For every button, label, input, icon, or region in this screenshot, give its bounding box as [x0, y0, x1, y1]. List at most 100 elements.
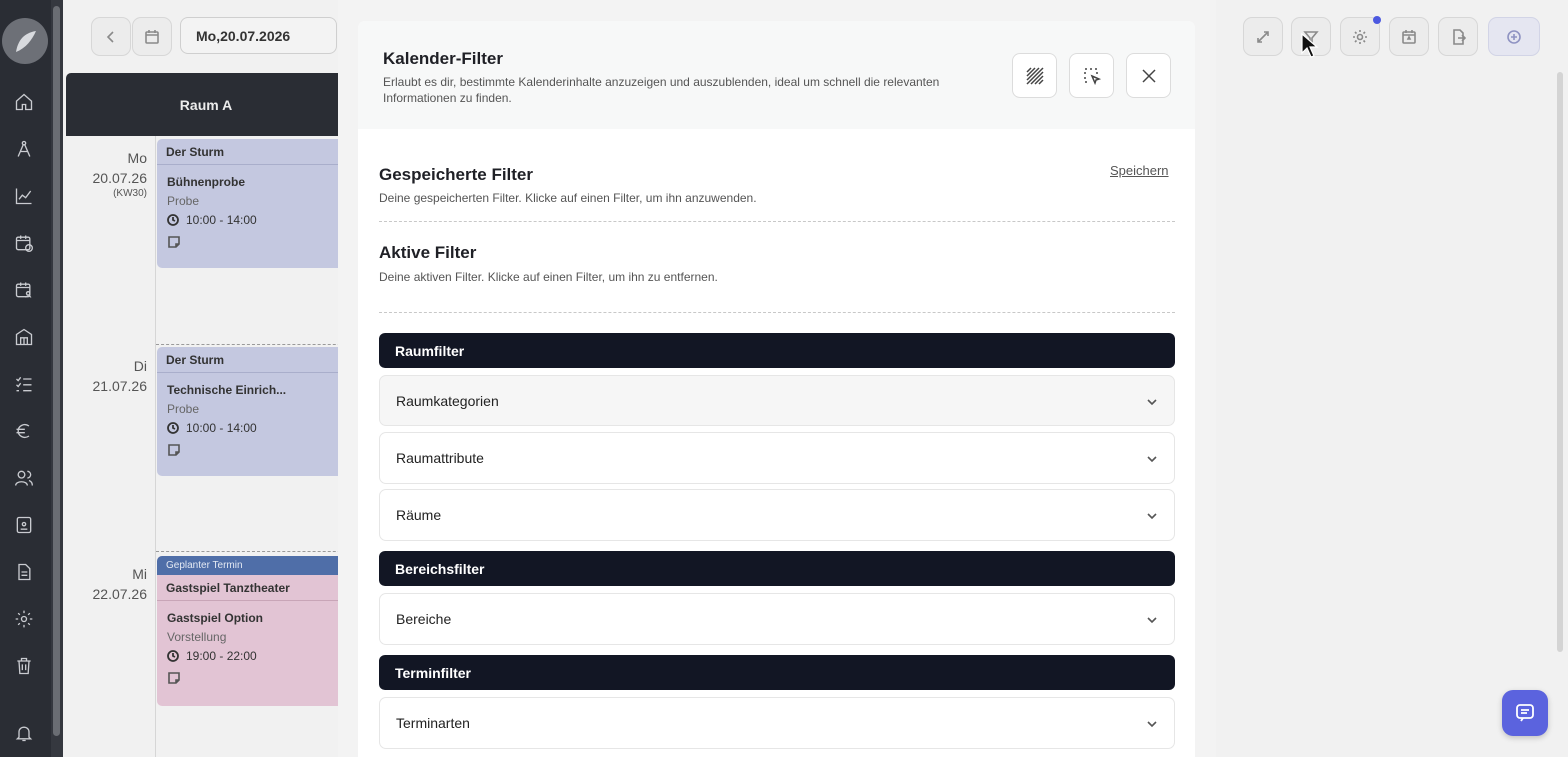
day-date: 20.07.26: [92, 170, 148, 186]
event-type: Vorstellung: [167, 630, 227, 644]
document-icon[interactable]: [13, 561, 35, 583]
accordion-label: Terminarten: [396, 715, 470, 731]
week-number: (KW30): [113, 188, 147, 199]
sidebar: [0, 0, 63, 757]
active-filters-title: Aktive Filter: [379, 243, 477, 262]
chevron-down-icon: [1146, 509, 1158, 521]
calendar-user-icon[interactable]: [13, 279, 35, 301]
room-header: Raum A: [66, 73, 356, 136]
day-separator: [156, 344, 356, 345]
calendar-scrollbar[interactable]: [1557, 72, 1563, 652]
clock-icon: [167, 650, 179, 662]
chat-button[interactable]: [1502, 690, 1548, 736]
expand-icon: [1257, 30, 1269, 43]
accordion-label: Raumkategorien: [396, 393, 499, 409]
event-group: Gastspiel Tanztheater: [157, 575, 347, 601]
accordion-label: Raumattribute: [396, 450, 484, 466]
event-time-text: 19:00 - 22:00: [186, 649, 257, 663]
app-logo[interactable]: [2, 18, 48, 64]
event-time-text: 10:00 - 14:00: [186, 213, 257, 227]
close-icon: [1141, 68, 1156, 83]
event-type: Probe: [167, 402, 200, 416]
weekday: Di: [133, 358, 147, 374]
day-label-mi: Mi 22.07.26: [80, 564, 148, 604]
plus-circle-icon: [1507, 29, 1521, 44]
building-icon[interactable]: [13, 326, 35, 348]
modal-description: Erlaubt es dir, bestimmte Kalenderinhalt…: [383, 75, 940, 105]
day-date: 22.07.26: [92, 586, 148, 602]
date-field[interactable]: Mo,20.07.2026: [180, 17, 337, 54]
hatch-pattern-icon: [1025, 66, 1044, 85]
users-icon[interactable]: [13, 467, 35, 489]
select-button[interactable]: [1069, 53, 1114, 98]
note-icon: [157, 663, 347, 689]
home-icon[interactable]: [13, 91, 35, 113]
selection-cursor-icon: [1083, 67, 1101, 85]
sidebar-scrollbar-thumb[interactable]: [53, 6, 60, 736]
clock-icon: [167, 422, 179, 434]
note-icon: [157, 435, 347, 461]
calendar-star-icon: [1402, 29, 1416, 44]
event-time: 10:00 - 14:00: [157, 208, 347, 227]
event-card[interactable]: Geplanter Termin Gastspiel Tanztheater G…: [157, 556, 347, 706]
accordion-bereiche[interactable]: Bereiche: [379, 593, 1175, 645]
mouse-cursor-icon: [1301, 33, 1319, 58]
settings-icon[interactable]: [13, 608, 35, 630]
trash-icon[interactable]: [13, 655, 35, 677]
note-icon: [157, 227, 347, 253]
accordion-raeume[interactable]: Räume: [379, 489, 1175, 541]
chevron-left-icon: [106, 30, 114, 43]
calendar-star-button[interactable]: [1389, 17, 1429, 56]
chart-icon[interactable]: [13, 185, 35, 207]
weekday: Mi: [132, 566, 147, 582]
accordion-raumattribute[interactable]: Raumattribute: [379, 432, 1175, 484]
clock-icon: [167, 214, 179, 226]
event-type: Probe: [167, 194, 200, 208]
divider: [379, 312, 1175, 313]
close-button[interactable]: [1126, 53, 1171, 98]
euro-icon[interactable]: [13, 420, 35, 442]
calendar-filter-modal: Kalender-Filter Erlaubt es dir, bestimmt…: [358, 21, 1195, 757]
event-title: Gastspiel Option: [167, 611, 264, 625]
date-picker-button[interactable]: [132, 17, 172, 56]
save-filter-link[interactable]: Speichern: [1110, 163, 1169, 178]
event-card[interactable]: Der Sturm Technische Einrich... Probe 10…: [157, 347, 347, 476]
saved-filters-description: Deine gespeicherten Filter. Klicke auf e…: [379, 191, 757, 205]
event-time-text: 10:00 - 14:00: [186, 421, 257, 435]
bell-icon[interactable]: [13, 722, 35, 744]
logo-icon: [16, 31, 36, 52]
day-date: 21.07.26: [92, 378, 148, 394]
previous-button[interactable]: [91, 17, 131, 56]
chevron-down-icon: [1146, 613, 1158, 625]
event-time: 19:00 - 22:00: [157, 644, 347, 663]
divider: [379, 221, 1175, 222]
event-card[interactable]: Der Sturm Bühnenprobe Probe 10:00 - 14:0…: [157, 139, 347, 268]
saved-filters-title: Gespeicherte Filter: [379, 165, 534, 184]
modal-header: Kalender-Filter Erlaubt es dir, bestimmt…: [358, 21, 1195, 129]
export-icon: [1453, 28, 1466, 45]
event-group: Der Sturm: [157, 347, 347, 373]
accordion-terminarten[interactable]: Terminarten: [379, 697, 1175, 749]
event-title: Technische Einrich...: [167, 383, 287, 397]
fullscreen-button[interactable]: [1243, 17, 1283, 56]
chevron-down-icon: [1146, 395, 1158, 407]
active-filters-description: Deine aktiven Filter. Klicke auf einen F…: [379, 270, 718, 284]
modal-title: Kalender-Filter: [383, 49, 503, 68]
day-label-di: Di 21.07.26: [80, 356, 148, 396]
event-group: Der Sturm: [157, 139, 347, 165]
calendar-icon: [145, 29, 159, 44]
calendar-clock-icon[interactable]: [13, 232, 35, 254]
planned-badge: Geplanter Termin: [157, 556, 347, 575]
id-card-icon[interactable]: [13, 514, 35, 536]
compass-tool-icon[interactable]: [13, 138, 35, 160]
group-raumfilter: Raumfilter: [379, 333, 1175, 368]
notification-dot: [1373, 16, 1381, 24]
pattern-toggle-button[interactable]: [1012, 53, 1057, 98]
accordion-raumkategorien[interactable]: Raumkategorien: [379, 375, 1175, 426]
export-button[interactable]: [1438, 17, 1478, 56]
weekday: Mo: [127, 150, 147, 166]
chevron-down-icon: [1146, 452, 1158, 464]
checklist-icon[interactable]: [13, 373, 35, 395]
add-event-button[interactable]: [1488, 17, 1540, 56]
group-bereichsfilter: Bereichsfilter: [379, 551, 1175, 586]
